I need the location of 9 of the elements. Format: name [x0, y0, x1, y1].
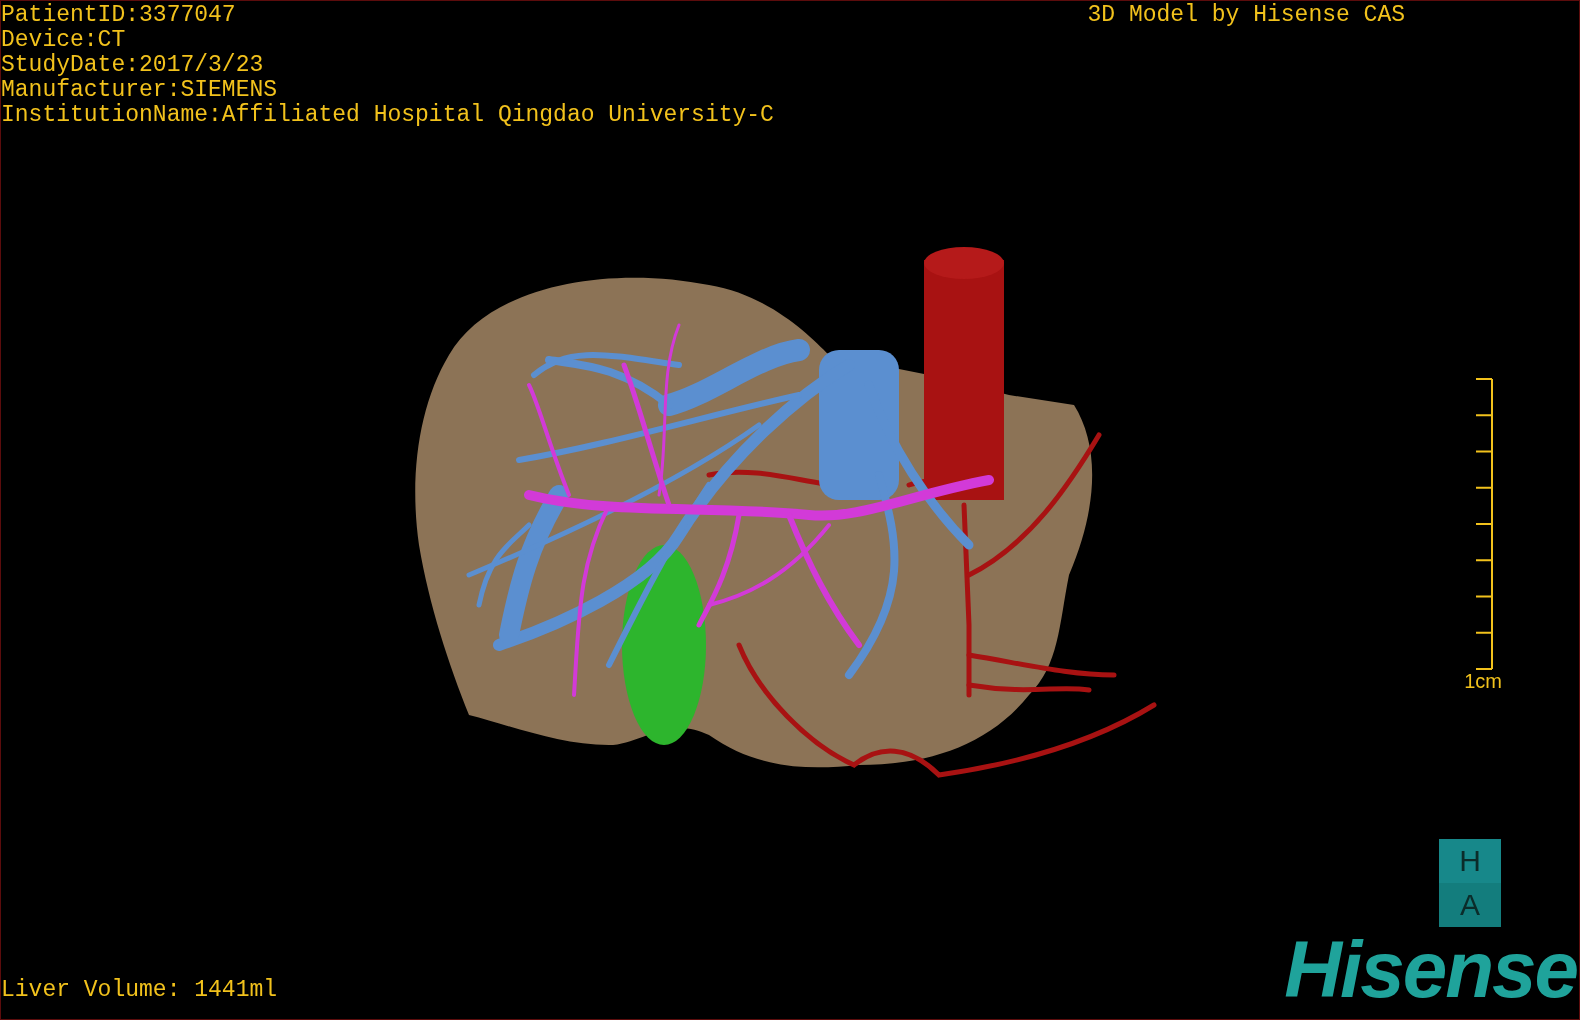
liver-volume-text: Liver Volume: 1441ml	[1, 978, 278, 1003]
study-info-text: Manufacturer:SIEMENS	[1, 78, 279, 103]
viewer-title: 3D Model by Hisense CAS	[1087, 3, 1405, 28]
study-info-text: StudyDate:2017/3/23	[1, 53, 265, 78]
study-info-text: InstitutionName:Affiliated Hospital Qingdao University-C	[1, 103, 774, 128]
study-info-text: Device:CT	[1, 28, 127, 53]
logo-wordmark: Hisense	[1284, 937, 1577, 1003]
scale-label: 1cm	[1464, 670, 1502, 692]
study-info-text: PatientID:3377047	[1, 3, 237, 28]
